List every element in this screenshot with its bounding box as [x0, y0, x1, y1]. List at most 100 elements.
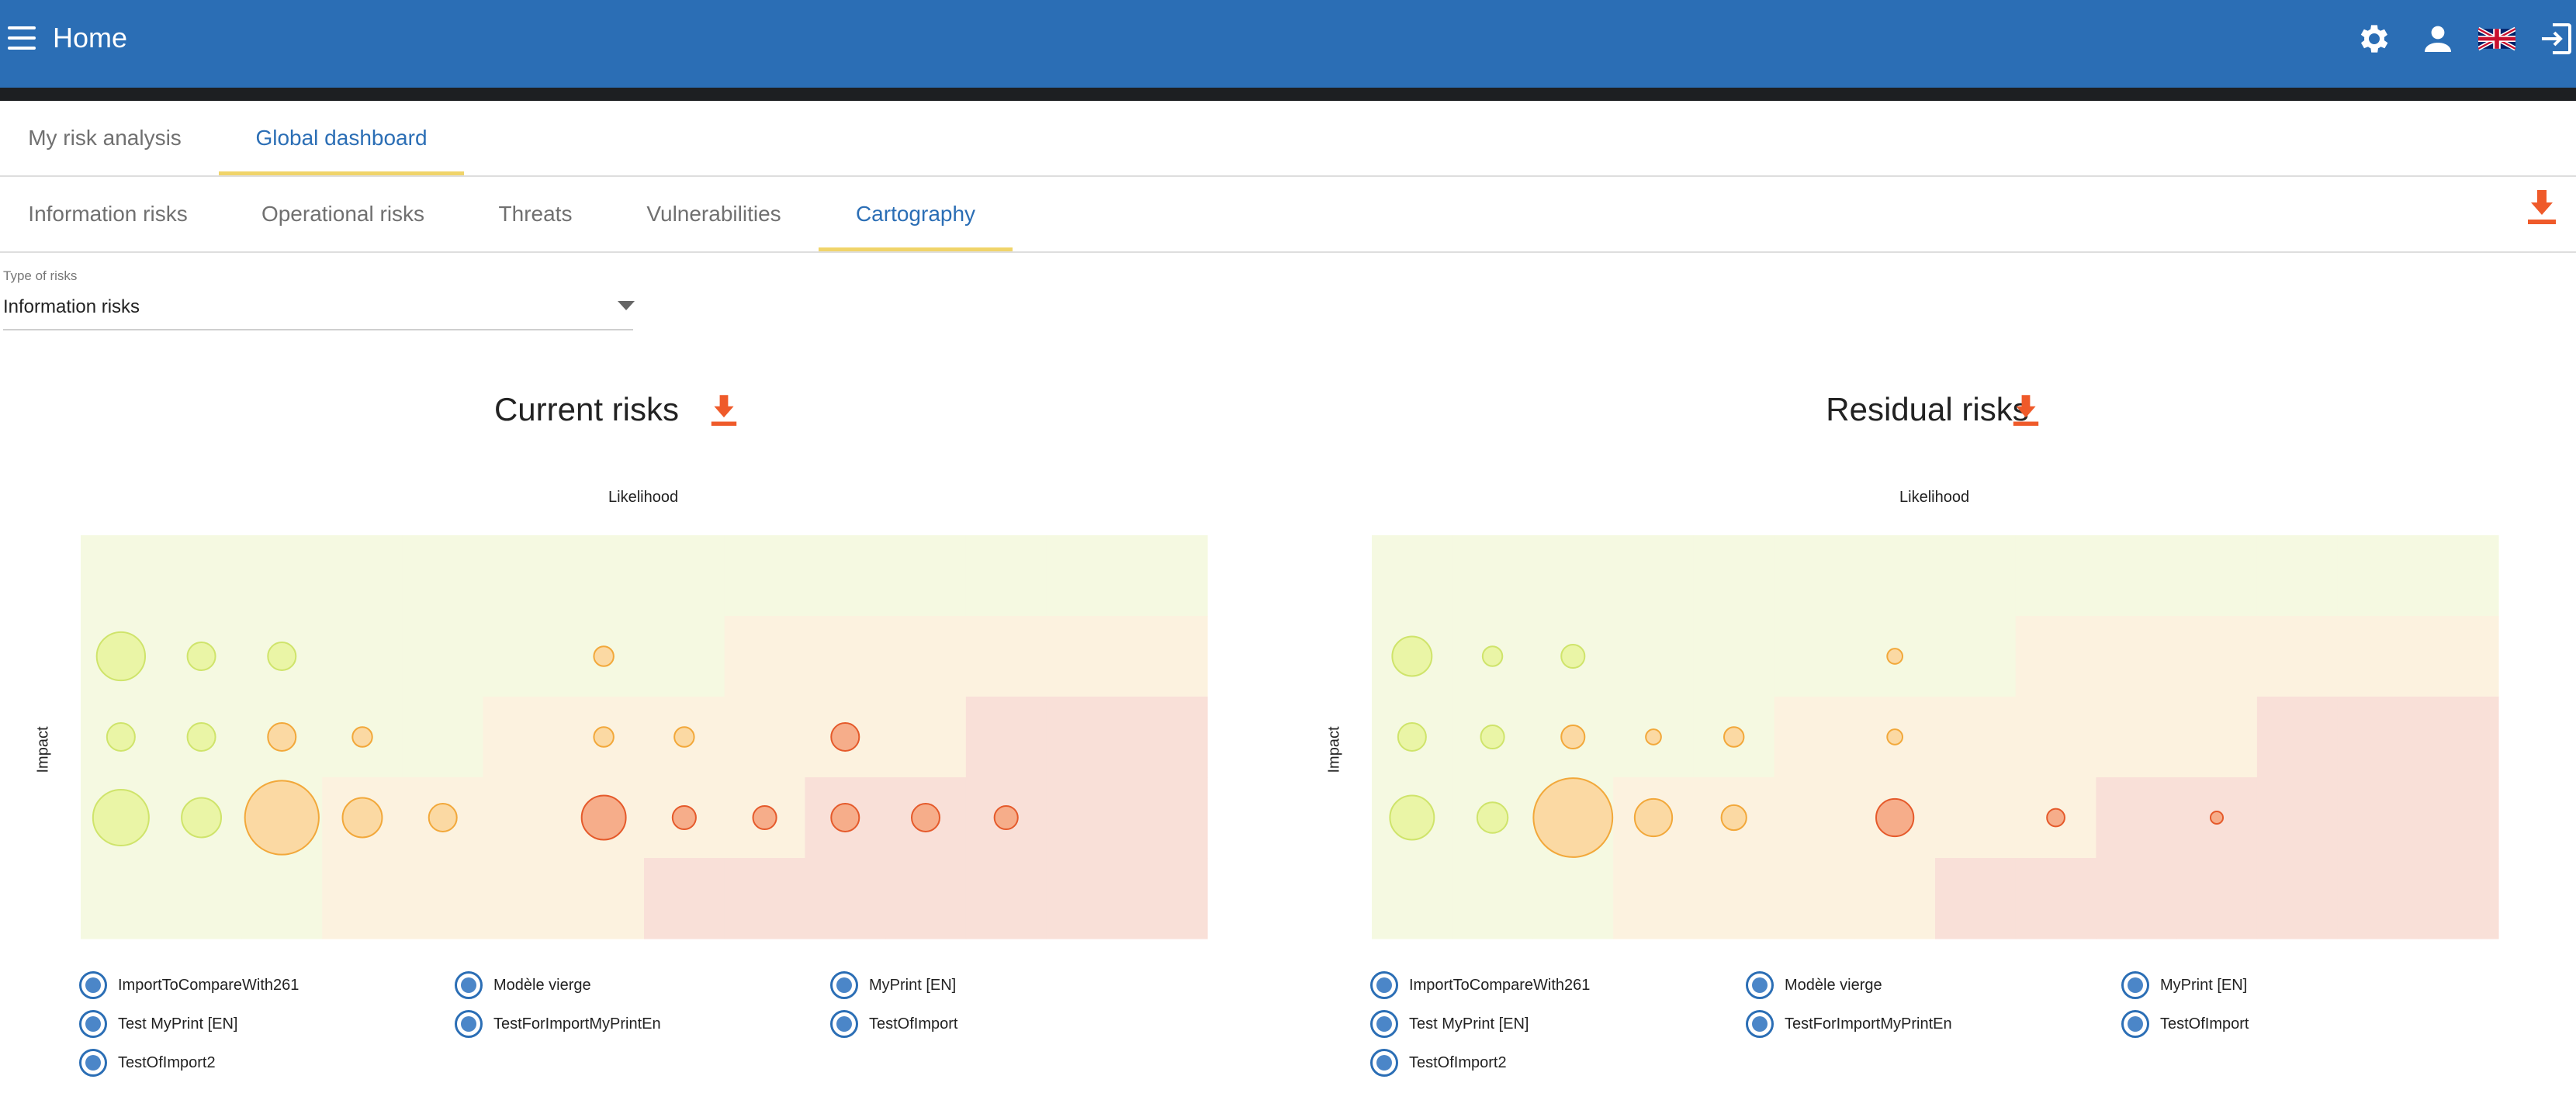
risk-bubble[interactable] [1645, 728, 1662, 745]
gear-icon[interactable] [2356, 20, 2393, 57]
legend-marker-icon [1370, 1010, 1398, 1038]
risk-bubble[interactable] [351, 726, 373, 748]
risk-bubble[interactable] [186, 722, 216, 752]
risk-bubble[interactable] [181, 797, 223, 839]
risk-bubble[interactable] [267, 642, 297, 671]
zone-cell-low [1613, 535, 1695, 617]
zone-cell-medium [1046, 616, 1127, 697]
zone-cell-medium [885, 697, 967, 778]
tab-my-risk-analysis[interactable]: My risk analysis [0, 101, 209, 175]
risk-bubble[interactable] [673, 726, 695, 748]
select-label: Type of risks [3, 268, 78, 283]
zone-cell-low [1452, 858, 1534, 939]
zone-cell-medium [483, 697, 564, 778]
risk-bubble[interactable] [1560, 724, 1586, 750]
risk-bubble[interactable] [830, 803, 860, 832]
legend-marker-icon [79, 1049, 107, 1077]
uk-flag-icon[interactable] [2477, 20, 2517, 57]
risk-bubble[interactable] [244, 780, 320, 856]
risk-bubble[interactable] [428, 803, 458, 832]
zone-cell-high [2096, 777, 2177, 859]
zone-cell-medium [2096, 616, 2177, 697]
risk-bubble[interactable] [671, 804, 697, 831]
user-icon[interactable] [2419, 20, 2457, 57]
risk-bubble[interactable] [1560, 643, 1586, 669]
legend-marker-icon [830, 1010, 858, 1038]
zone-cell-low [483, 535, 564, 617]
zone-cell-low [1532, 535, 1614, 617]
type-of-risks-select[interactable]: Type of risks Information risks [3, 267, 635, 330]
tab-operational-risks[interactable]: Operational risks [247, 177, 439, 251]
risk-bubble[interactable] [752, 804, 777, 831]
zone-cell-medium [1854, 858, 1936, 939]
risk-bubble[interactable] [1532, 777, 1614, 858]
risk-bubble[interactable] [2209, 810, 2225, 825]
zone-cell-low [2256, 535, 2339, 617]
zone-cell-medium [2337, 616, 2418, 697]
risk-bubble[interactable] [1886, 728, 1904, 745]
legend-marker-icon [830, 971, 858, 999]
menu-icon[interactable] [8, 26, 37, 50]
zone-cell-medium [483, 858, 564, 939]
download-icon[interactable] [2526, 190, 2557, 226]
tab-global-dashboard[interactable]: Global dashboard [219, 101, 464, 175]
risk-bubble[interactable] [593, 645, 615, 667]
risk-bubble[interactable] [1875, 797, 1915, 838]
zone-cell-high [2256, 858, 2339, 939]
tab-vulnerabilities[interactable]: Vulnerabilities [627, 177, 801, 251]
risk-bubble[interactable] [341, 797, 383, 839]
tab-threats[interactable]: Threats [478, 177, 593, 251]
risk-bubble[interactable] [2046, 808, 2065, 828]
risk-bubble[interactable] [1481, 645, 1504, 667]
risk-bubble[interactable] [1389, 794, 1435, 841]
risk-bubble[interactable] [993, 804, 1019, 831]
risk-bubble[interactable] [1633, 797, 1674, 838]
zone-cell-high [2256, 697, 2339, 778]
risk-bubble[interactable] [267, 722, 297, 752]
zone-cell-low [161, 535, 243, 617]
zone-cell-low [644, 535, 725, 617]
risk-bubble[interactable] [830, 722, 860, 752]
zone-cell-low [81, 858, 162, 939]
risk-bubble[interactable] [95, 631, 147, 682]
select-value: Information risks [3, 296, 140, 317]
risk-bubble[interactable] [186, 642, 216, 671]
risk-bubble[interactable] [106, 722, 136, 752]
zone-cell-low [1774, 535, 1855, 617]
zone-cell-low [1774, 616, 1855, 697]
zone-cell-medium [1935, 777, 2017, 859]
zone-cell-high [2418, 697, 2499, 778]
zone-cell-low [402, 616, 484, 697]
zone-cell-medium [2256, 616, 2339, 697]
risk-bubble[interactable] [580, 794, 627, 841]
zone-cell-low [2015, 535, 2097, 617]
risk-bubble[interactable] [593, 726, 615, 748]
risk-bubble[interactable] [1391, 635, 1433, 677]
risk-bubble[interactable] [1886, 648, 1904, 665]
zone-cell-medium [402, 858, 484, 939]
legend-label: TestOfImport [2160, 1015, 2249, 1033]
zone-cell-low [241, 535, 323, 617]
risk-bubble[interactable] [1480, 724, 1505, 750]
zone-cell-high [1046, 777, 1127, 859]
risk-bubble[interactable] [92, 789, 150, 846]
zone-cell-high [644, 858, 725, 939]
zone-cell-high [1046, 858, 1127, 939]
legend-label: Modèle vierge [1785, 977, 1882, 994]
zone-cell-medium [1127, 616, 1208, 697]
risk-bubble[interactable] [1720, 804, 1747, 832]
logout-icon[interactable] [2539, 20, 2576, 57]
legend-marker-icon [79, 971, 107, 999]
tab-information-risks[interactable]: Information risks [0, 177, 216, 251]
risk-bubble[interactable] [1476, 801, 1509, 834]
zone-cell-low [1127, 535, 1208, 617]
zone-cell-low [1452, 535, 1534, 617]
risk-bubble[interactable] [1723, 726, 1745, 748]
risk-bubble[interactable] [1397, 722, 1427, 752]
risk-bubble[interactable] [911, 803, 940, 832]
zone-cell-low [1935, 535, 2017, 617]
risk-zones [81, 535, 1208, 939]
residual-risks-panel: Residual risks Likelihood Impact ImportT… [1291, 372, 2576, 1100]
zone-cell-low [885, 535, 967, 617]
tab-cartography[interactable]: Cartography [819, 177, 1013, 251]
